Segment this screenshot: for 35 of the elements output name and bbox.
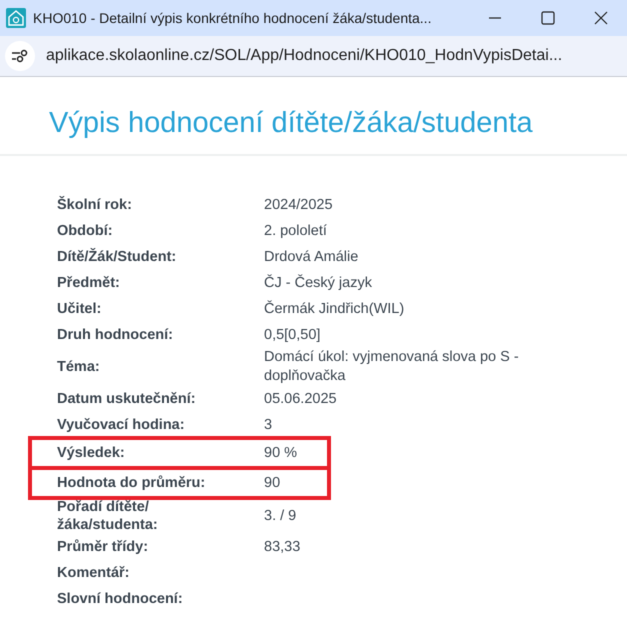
field-value: 05.06.2025	[264, 390, 338, 408]
field-value: 2024/2025	[264, 196, 334, 214]
field-value: 3	[264, 416, 274, 434]
field-label: Školní rok:	[57, 196, 133, 214]
field-label: Datum uskutečnění:	[57, 390, 197, 408]
field-label: Období:	[57, 222, 114, 240]
page-title: Výpis hodnocení dítěte/žáka/studenta	[0, 77, 627, 156]
field-value: Domácí úkol: vyjmenovaná slova po S - doplňovačka	[264, 348, 520, 386]
field-label: Pořadí dítěte/ žáka/studenta:	[57, 498, 159, 534]
field-label: Výsledek:	[57, 444, 126, 462]
site-settings-button[interactable]	[5, 41, 35, 71]
field-value: Čermák Jindřich(WIL)	[264, 300, 406, 318]
field-value: 83,33	[264, 538, 302, 556]
app-icon	[6, 8, 26, 28]
maximize-icon[interactable]	[541, 11, 555, 25]
field-label: Předmět:	[57, 274, 121, 292]
field-value: 3. / 9	[264, 506, 298, 526]
field-label: Učitel:	[57, 300, 102, 318]
field-value: 90	[264, 474, 282, 492]
field-label: Vyučovací hodina:	[57, 416, 186, 434]
field-label: Dítě/Žák/Student:	[57, 248, 178, 266]
field-value: 2. pololetí	[264, 222, 328, 240]
field-label: Téma:	[57, 358, 101, 376]
field-label: Slovní hodnocení:	[57, 590, 184, 608]
field-value: ČJ - Český jazyk	[264, 274, 373, 292]
field-label: Komentář:	[57, 564, 131, 582]
field-label: Druh hodnocení:	[57, 326, 174, 344]
field-label: Hodnota do průměru:	[57, 474, 206, 492]
field-value: 0,5[0,50]	[264, 326, 322, 344]
window-title: KHO010 - Detailní výpis konkrétního hodnocení žáka/studenta...	[33, 10, 432, 26]
sliders-icon	[11, 49, 29, 63]
field-value: Drdová Amálie	[264, 248, 360, 266]
field-label: Průměr třídy:	[57, 538, 150, 556]
field-value: 90 %	[264, 444, 298, 462]
close-icon[interactable]	[594, 11, 608, 25]
